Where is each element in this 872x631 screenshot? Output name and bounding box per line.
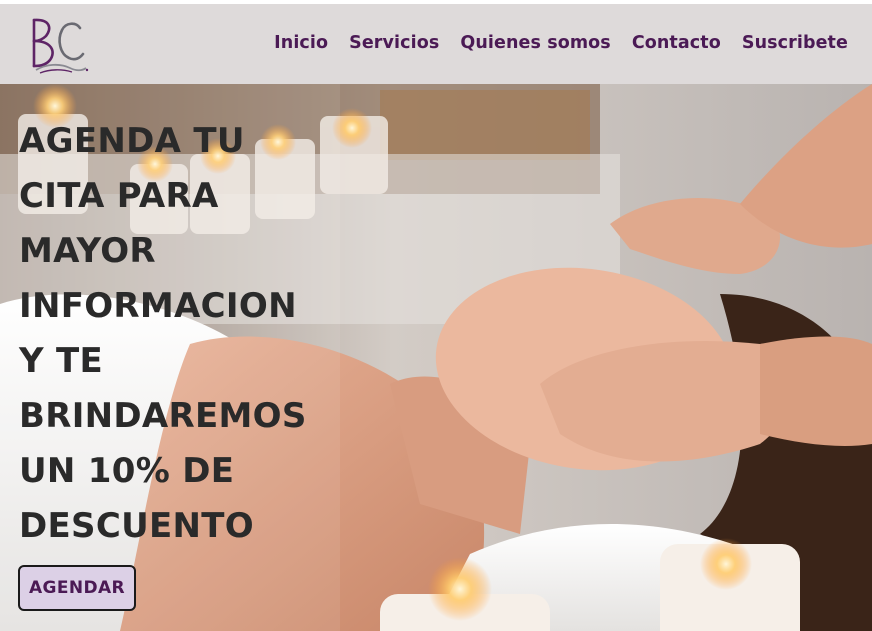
headline-line: MAYOR xyxy=(19,231,156,271)
headline-line: INFORMACION xyxy=(19,286,297,326)
headline-line: CITA PARA xyxy=(19,176,219,216)
headline-line: DESCUENTO xyxy=(19,506,254,546)
headline-line: UN 10% DE xyxy=(19,451,235,491)
headline-line: AGENDA TU xyxy=(19,121,245,161)
nav-link-suscribete[interactable]: Suscribete xyxy=(742,33,848,53)
headline-line: Y TE xyxy=(19,341,104,381)
hero-headline: AGENDA TU CITA PARA MAYOR INFORMACION Y … xyxy=(19,114,349,554)
page: Inicio Servicios Quienes somos Contacto … xyxy=(0,0,872,631)
brand-logo[interactable] xyxy=(26,14,92,76)
nav-link-quienes-somos[interactable]: Quienes somos xyxy=(460,33,610,53)
header-navbar: Inicio Servicios Quienes somos Contacto … xyxy=(0,4,872,84)
nav-link-servicios[interactable]: Servicios xyxy=(349,33,439,53)
main-nav: Inicio Servicios Quienes somos Contacto … xyxy=(274,33,848,53)
nav-link-inicio[interactable]: Inicio xyxy=(274,33,328,53)
agendar-button[interactable]: AGENDAR xyxy=(18,565,136,611)
headline-line: BRINDAREMOS xyxy=(19,396,307,436)
nav-link-contacto[interactable]: Contacto xyxy=(632,33,721,53)
